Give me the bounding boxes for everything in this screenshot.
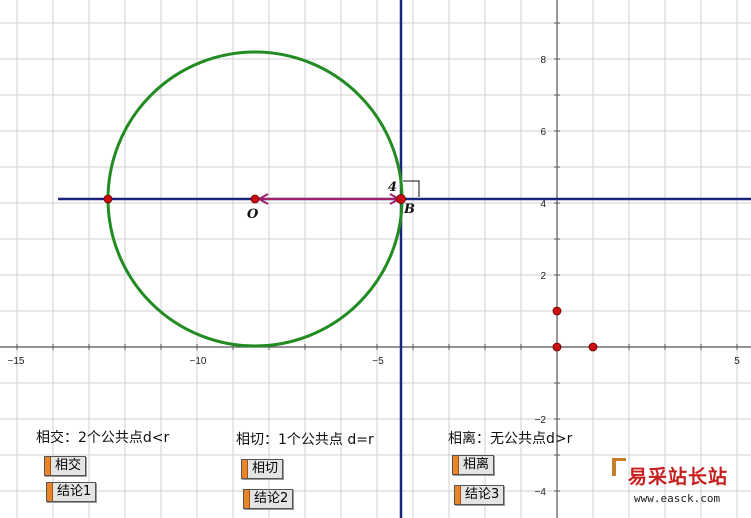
y-tick-label: −2	[535, 415, 547, 426]
y-tick-label: 4	[540, 199, 546, 210]
case-separate-text: 相离：无公共点d>r	[448, 431, 573, 447]
right-angle-marker	[403, 180, 420, 197]
y-tick-label: −4	[535, 487, 547, 498]
intersection-point[interactable]	[103, 194, 113, 204]
case-tangent-text: 相切：1个公共点 d=r	[236, 432, 374, 448]
tangent-button[interactable]: 相切	[241, 459, 284, 479]
conclusion3-button[interactable]: 结论3	[454, 485, 505, 505]
conclusion2-button[interactable]: 结论2	[243, 489, 294, 509]
control-point[interactable]	[552, 306, 562, 316]
x-tick-label: 5	[734, 356, 740, 367]
center-point[interactable]	[250, 194, 260, 204]
x-tick-label: −10	[190, 356, 207, 367]
watermark-logo-icon	[612, 458, 626, 476]
watermark-text: 易采站长站	[628, 466, 729, 488]
x-tick-label: −5	[372, 356, 384, 367]
tangent-secondary-label: 4	[388, 180, 397, 195]
control-point[interactable]	[588, 342, 598, 352]
y-tick-label: 6	[540, 127, 546, 138]
watermark-url: www.easck.com	[634, 492, 721, 505]
conclusion1-button[interactable]: 结论1	[46, 482, 97, 502]
separate-button[interactable]: 相离	[452, 455, 495, 475]
case-intersect-text: 相交：2个公共点d<r	[36, 430, 170, 446]
tangent-label: B	[403, 202, 415, 217]
intersect-button[interactable]: 相交	[44, 456, 87, 476]
control-point[interactable]	[552, 342, 562, 352]
y-tick-label: 8	[540, 55, 546, 66]
x-tick-label: −15	[8, 356, 25, 367]
center-label: O	[247, 207, 259, 222]
y-tick-label: 2	[540, 271, 546, 282]
